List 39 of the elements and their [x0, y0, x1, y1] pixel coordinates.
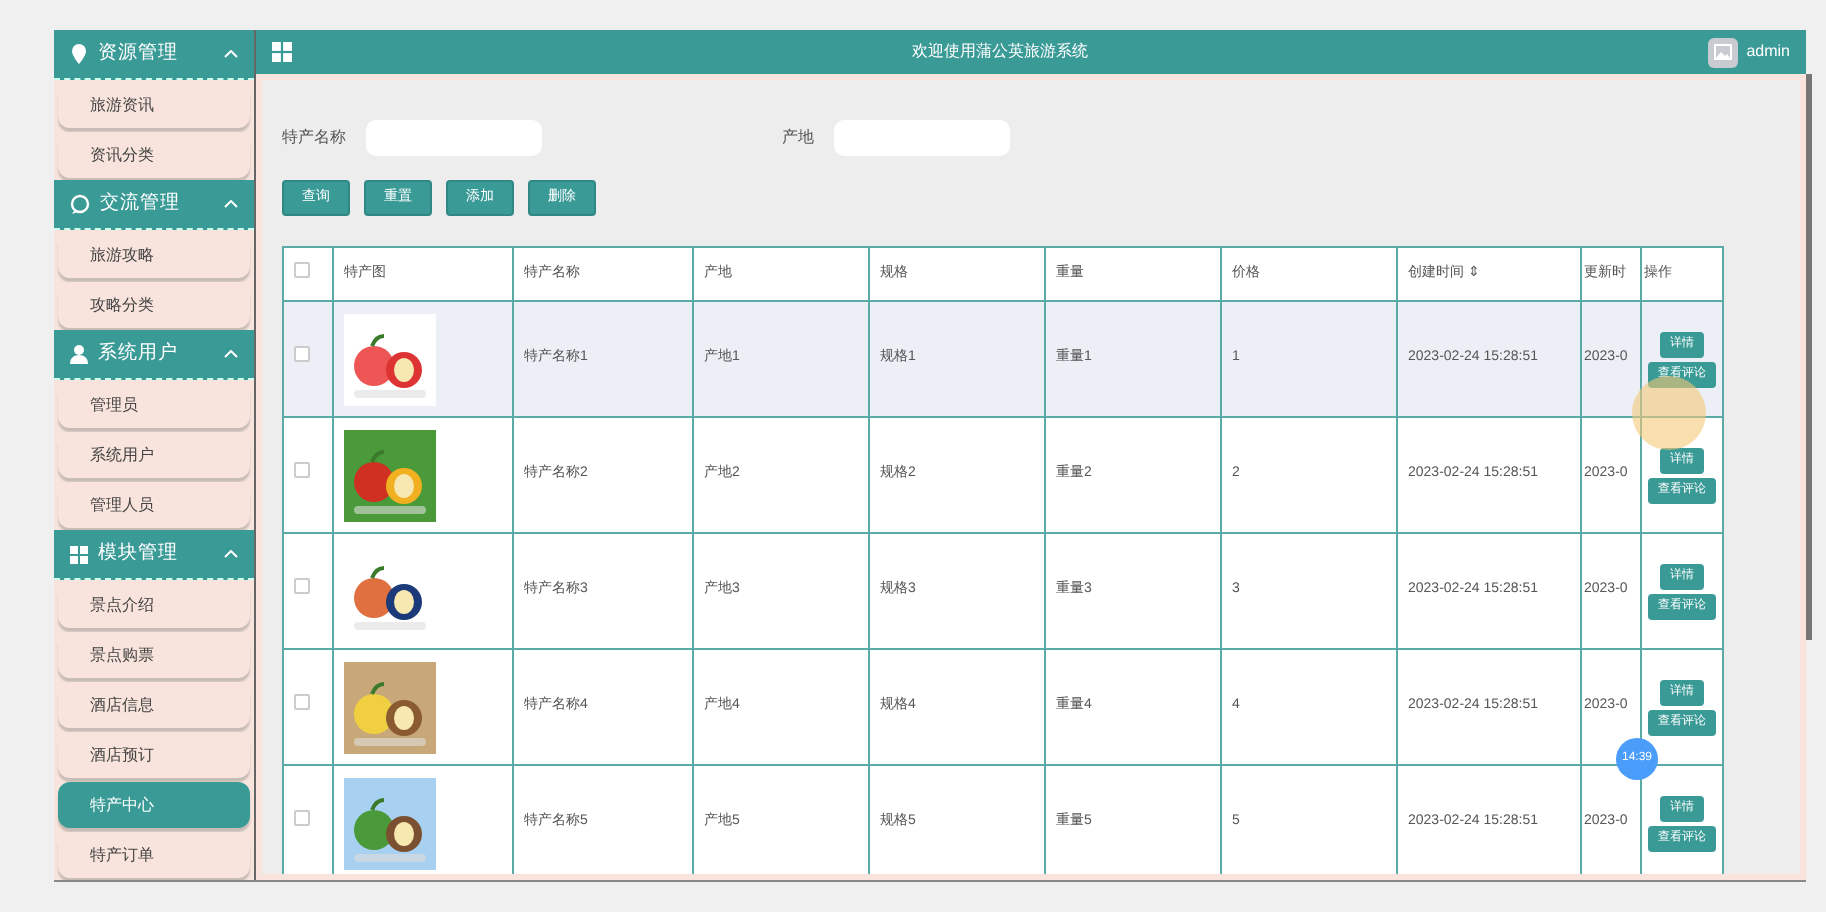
sidebar-group-header[interactable]: 交流管理: [54, 180, 254, 230]
sidebar-group-header[interactable]: 资源管理: [54, 30, 254, 80]
chevron-icon: [224, 350, 238, 358]
avatar-icon[interactable]: [1708, 37, 1739, 67]
cursor-highlight: [1632, 376, 1706, 450]
select-all-checkbox[interactable]: [294, 261, 310, 278]
grid-icon: [70, 545, 88, 563]
sidebar-group-header[interactable]: 系统用户: [54, 330, 254, 380]
user-icon: [70, 344, 88, 364]
sidebar-item[interactable]: 管理人员: [58, 482, 250, 528]
sidebar-item[interactable]: 管理员: [58, 382, 250, 428]
chat-icon: [70, 194, 90, 214]
chevron-icon: [224, 200, 238, 208]
sidebar-group-header[interactable]: 模块管理: [54, 530, 254, 580]
sidebar-item[interactable]: 旅游资讯: [58, 82, 250, 128]
row-checkbox[interactable]: [294, 578, 310, 595]
row-checkbox[interactable]: [294, 462, 310, 479]
chevron-icon: [224, 50, 238, 58]
row-checkbox[interactable]: [294, 346, 310, 363]
sidebar-item[interactable]: 特产中心: [58, 782, 250, 828]
sidebar-item[interactable]: 酒店信息: [58, 682, 250, 728]
user-name[interactable]: admin: [1746, 40, 1790, 64]
menu-icon[interactable]: [272, 42, 292, 62]
sidebar-item[interactable]: 特产订单: [58, 832, 250, 878]
field-label: 产地: [782, 126, 814, 150]
field-label: 特产名称: [282, 126, 346, 150]
sidebar-item[interactable]: 景点购票: [58, 632, 250, 678]
sidebar-item[interactable]: 攻略分类: [58, 282, 250, 328]
pin-icon: [70, 44, 88, 64]
sidebar-item[interactable]: 系统用户: [58, 432, 250, 478]
scrollbar[interactable]: [1806, 74, 1812, 640]
sidebar-item[interactable]: 酒店预订: [58, 732, 250, 778]
sidebar-item[interactable]: 旅游攻略: [58, 232, 250, 278]
row-checkbox[interactable]: [294, 694, 310, 711]
sidebar-item[interactable]: 景点介绍: [58, 582, 250, 628]
row-checkbox[interactable]: [294, 810, 310, 827]
sidebar-item[interactable]: 资讯分类: [58, 132, 250, 178]
chevron-icon: [224, 550, 238, 558]
header-title: 欢迎使用蒲公英旅游系统: [910, 40, 1091, 64]
